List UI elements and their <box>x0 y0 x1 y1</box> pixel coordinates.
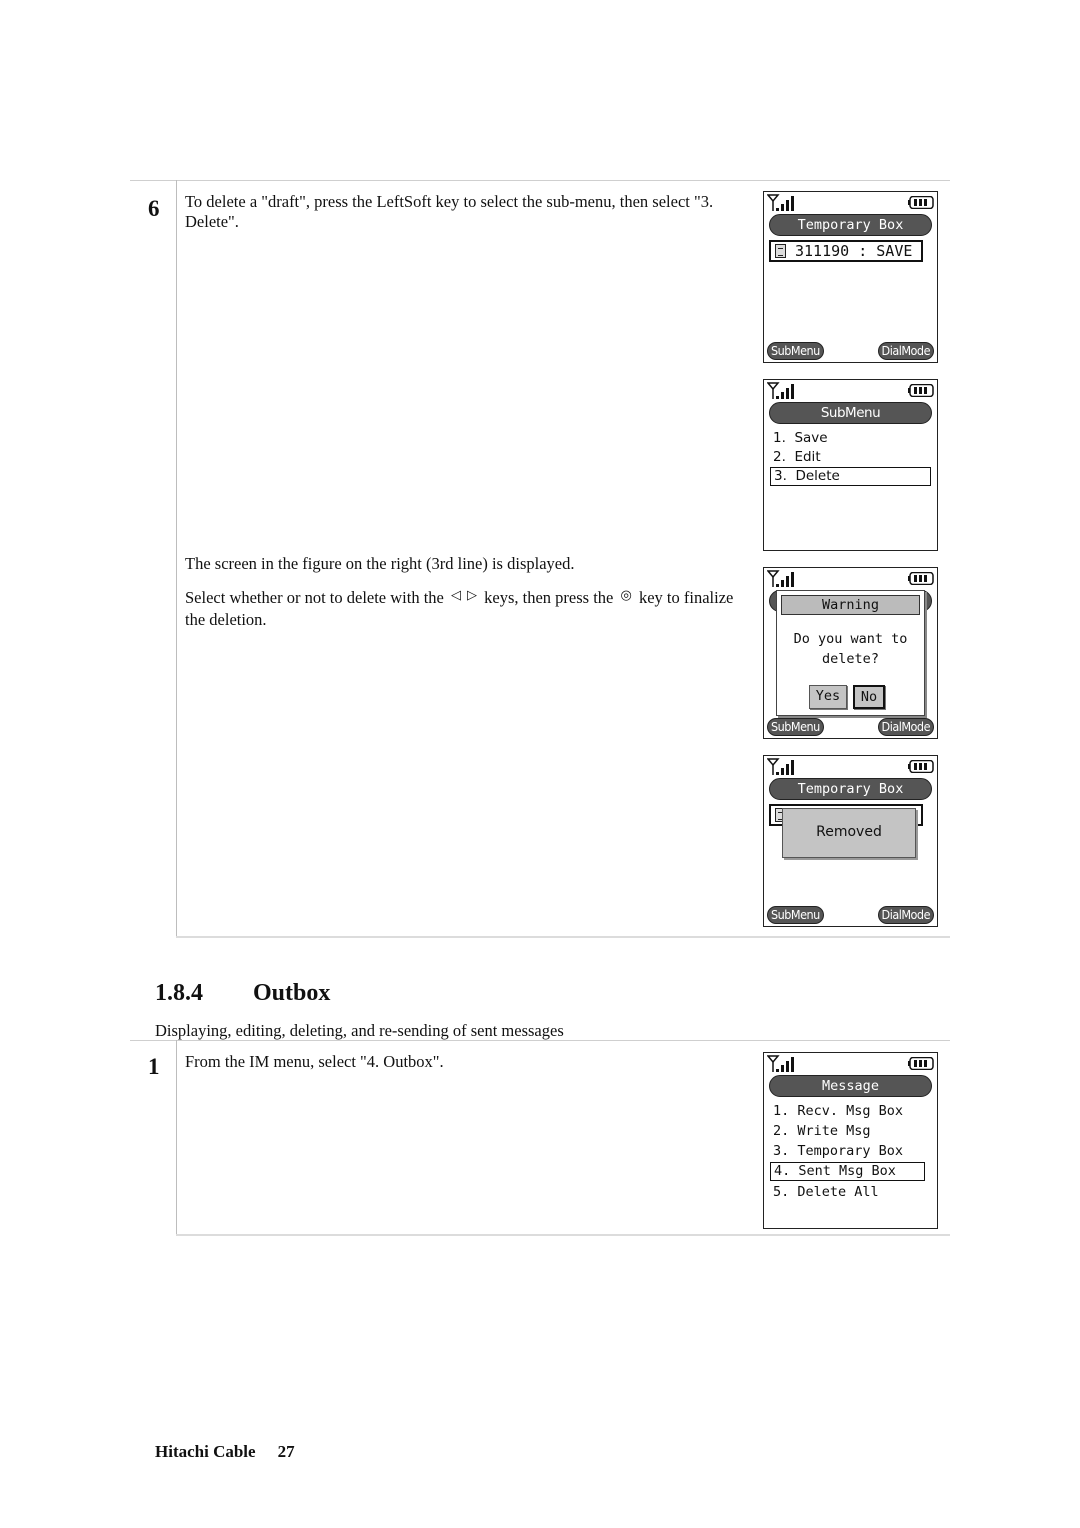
menu-item-save[interactable]: 1. Save <box>770 429 931 448</box>
signal-icon <box>767 758 794 775</box>
menu-item-recv-msg-box[interactable]: 1. Recv. Msg Box <box>770 1102 925 1121</box>
step-number: 1 <box>148 1054 160 1079</box>
menu-item-delete-all[interactable]: 5. Delete All <box>770 1183 925 1202</box>
dialog-title: Warning <box>781 595 920 615</box>
softkey-dialmode[interactable]: DialMode <box>877 906 934 924</box>
page-footer: Hitachi Cable 27 <box>155 1442 295 1462</box>
divider <box>176 1234 950 1236</box>
battery-icon <box>908 384 934 397</box>
dialog-message-line: delete? <box>822 651 879 667</box>
instruction-text: From the IM menu, select "4. Outbox". <box>185 1052 444 1071</box>
menu-item-write-msg[interactable]: 2. Write Msg <box>770 1122 925 1141</box>
phone-screen-warning: Warning Do you want to delete? Yes No Su… <box>763 567 938 739</box>
removed-popup: Removed <box>782 808 916 858</box>
phone-screen-temporary-box: Temporary Box 311190 : SAVE SubMenu Dial… <box>763 191 938 363</box>
menu-item-sent-msg-box[interactable]: 4. Sent Msg Box <box>770 1162 925 1181</box>
right-key-icon: ▷ <box>467 588 478 603</box>
softkey-submenu[interactable]: SubMenu <box>767 718 824 736</box>
divider <box>130 180 950 181</box>
divider <box>176 180 177 938</box>
divider <box>176 1040 177 1236</box>
status-bar <box>767 382 934 400</box>
status-bar <box>767 758 934 776</box>
status-bar <box>767 1055 934 1073</box>
status-bar <box>767 570 934 588</box>
step-instruction: From the IM menu, select "4. Outbox". <box>185 1052 750 1086</box>
phone-screen-submenu: SubMenu 1. Save 2. Edit 3. Delete <box>763 379 938 551</box>
section-description: Displaying, editing, deleting, and re-se… <box>155 1021 564 1040</box>
document-icon <box>775 244 786 258</box>
menu-item-temporary-box[interactable]: 3. Temporary Box <box>770 1142 925 1161</box>
center-key-icon: ◎ <box>620 588 632 603</box>
draft-entry[interactable]: 311190 : SAVE <box>769 240 923 262</box>
softkey-submenu[interactable]: SubMenu <box>767 906 824 924</box>
phone-screen-removed: Temporary Box Removed SubMenu DialMode <box>763 755 938 927</box>
yes-button[interactable]: Yes <box>809 685 847 709</box>
battery-icon <box>908 196 934 209</box>
warning-dialog: Warning Do you want to delete? Yes No <box>776 590 925 716</box>
phone-screen-message-menu: Message 1. Recv. Msg Box 2. Write Msg 3.… <box>763 1052 938 1229</box>
screen-title: Temporary Box <box>769 778 932 800</box>
select-instruction: Select whether or not to delete with the… <box>185 588 750 630</box>
instruction-text: To delete a "draft", press the LeftSoft … <box>185 192 714 231</box>
menu-item-edit[interactable]: 2. Edit <box>770 448 931 467</box>
section-number: 1.8.4 <box>155 980 203 1006</box>
no-button[interactable]: No <box>853 685 885 709</box>
dialog-message: Do you want to delete? <box>777 629 924 669</box>
softkey-dialmode[interactable]: DialMode <box>877 718 934 736</box>
step-instruction: To delete a "draft", press the LeftSoft … <box>185 192 750 246</box>
softkey-submenu[interactable]: SubMenu <box>767 342 824 360</box>
signal-icon <box>767 382 794 399</box>
dialog-message-line: Do you want to <box>793 631 908 647</box>
displayed-note: The screen in the figure on the right (3… <box>185 554 575 573</box>
divider <box>176 936 950 938</box>
signal-icon <box>767 194 794 211</box>
divider <box>130 1040 950 1041</box>
battery-icon <box>908 760 934 773</box>
left-key-icon: ◁ <box>451 588 462 603</box>
section-heading: 1.8.4 Outbox <box>155 980 330 1007</box>
draft-entry-label: 311190 : SAVE <box>795 242 913 260</box>
screen-title: SubMenu <box>769 402 932 424</box>
screen-title: Message <box>769 1075 932 1097</box>
step-number: 6 <box>148 196 160 221</box>
battery-icon <box>908 572 934 585</box>
battery-icon <box>908 1057 934 1070</box>
signal-icon <box>767 1055 794 1072</box>
footer-brand: Hitachi Cable <box>155 1442 256 1461</box>
screen-title: Temporary Box <box>769 214 932 236</box>
signal-icon <box>767 570 794 587</box>
page-number: 27 <box>277 1442 295 1461</box>
status-bar <box>767 194 934 212</box>
select-text-prefix: Select whether or not to delete with the <box>185 588 444 607</box>
step-followup: The screen in the figure on the right (3… <box>185 554 750 644</box>
softkey-dialmode[interactable]: DialMode <box>877 342 934 360</box>
menu-item-delete[interactable]: 3. Delete <box>770 467 931 486</box>
section-title: Outbox <box>253 980 331 1006</box>
select-text-middle: keys, then press the <box>484 588 614 607</box>
